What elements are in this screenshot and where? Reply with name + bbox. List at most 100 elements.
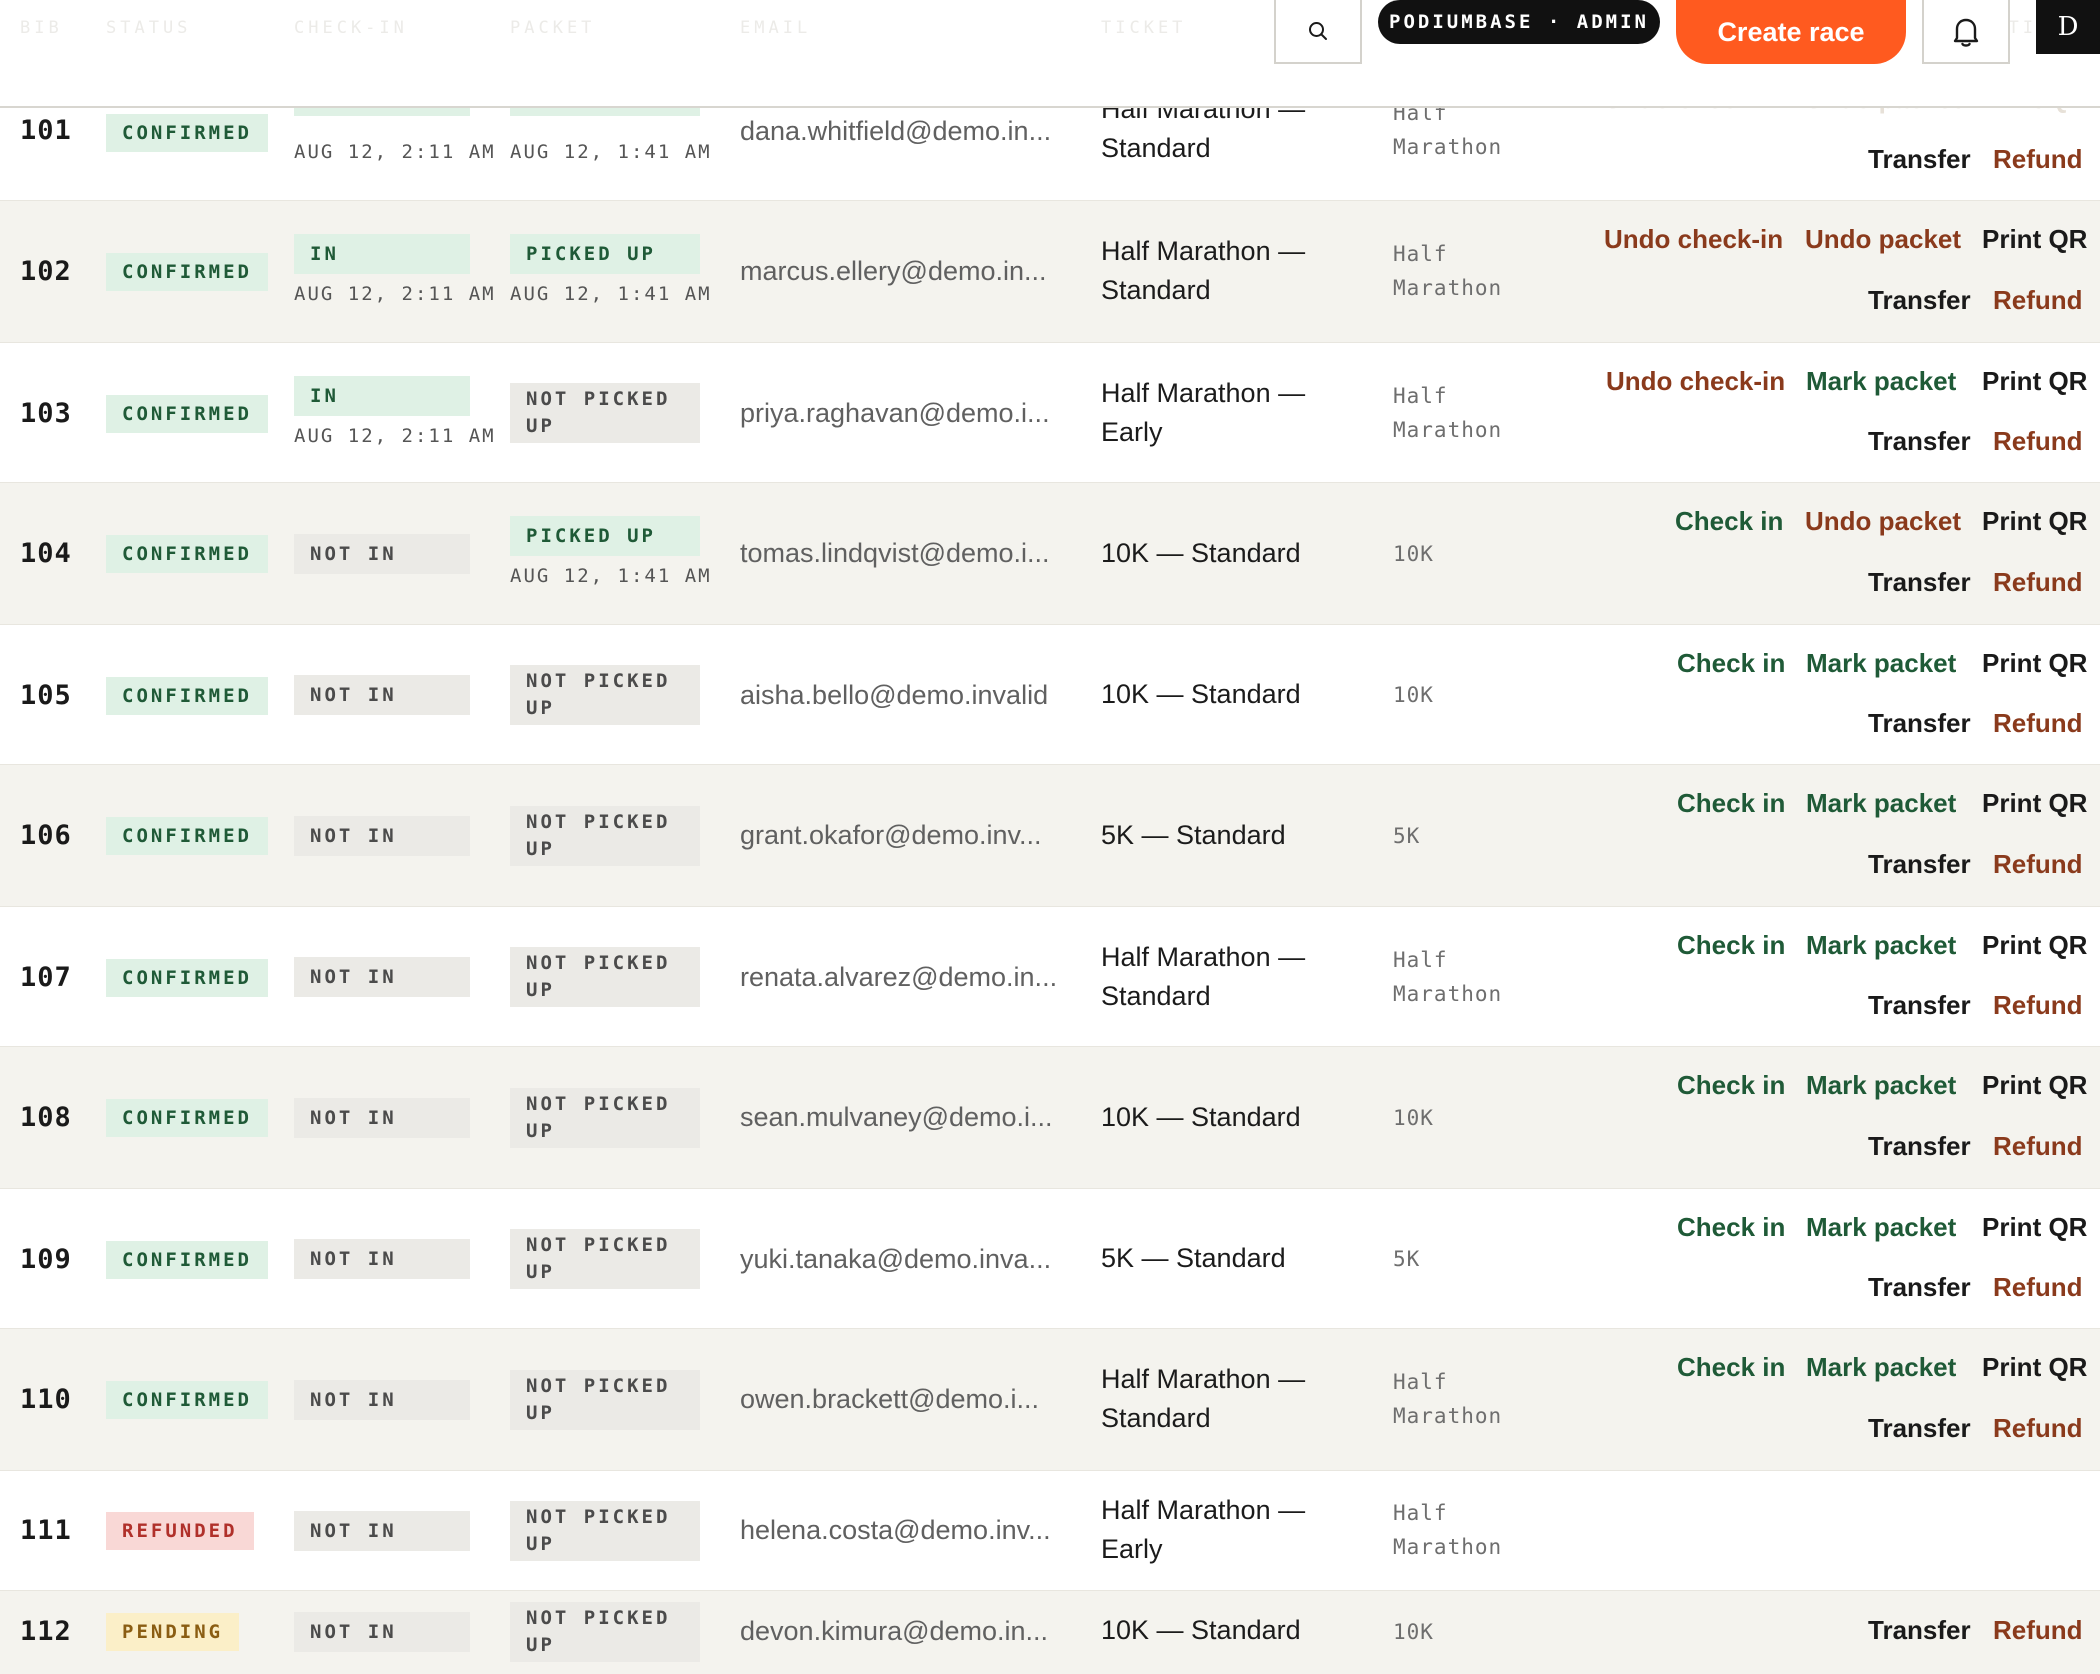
print-qr-button[interactable]: Print QR [1982,788,2087,819]
check-in-button[interactable]: Check in [1677,1352,1785,1383]
transfer-button[interactable]: Transfer [1868,1131,1971,1162]
ticket-name: Half Marathon — Standard [1101,942,1306,1011]
mark-packet-button[interactable]: Mark packet [1806,648,1956,679]
transfer-button[interactable]: Transfer [1868,144,1971,175]
packet-chip: NOT PICKED UP [510,1602,700,1662]
print-qr-button[interactable]: Print QR [1982,930,2087,961]
column-header-ticket[interactable]: TICKET [1101,18,1186,38]
transfer-button[interactable]: Transfer [1868,708,1971,739]
refund-button[interactable]: Refund [1993,567,2083,598]
ticket-name: Half Marathon — Standard [1101,1364,1306,1433]
print-qr-button[interactable]: Print QR [1982,1352,2087,1383]
transfer-button[interactable]: Transfer [1868,426,1971,457]
print-qr-button[interactable]: Print QR [1982,366,2087,397]
status-badge: CONFIRMED [106,253,268,291]
column-header-check-in[interactable]: CHECK-IN [294,18,408,38]
column-header-packet[interactable]: PACKET [510,18,595,38]
mark-packet-button[interactable]: Mark packet [1806,1212,1956,1243]
transfer-button[interactable]: Transfer [1868,1615,1971,1646]
column-header-status[interactable]: STATUS [106,18,191,38]
mark-packet-button[interactable]: Mark packet [1806,1070,1956,1101]
undo-packet-button[interactable]: Undo packet [1805,224,1961,255]
checkin-chip: NOT IN [294,1380,470,1420]
refund-button[interactable]: Refund [1993,285,2083,316]
transfer-button[interactable]: Transfer [1868,567,1971,598]
print-qr-button[interactable]: Print QR [1982,1212,2087,1243]
race-name: Half Marathon [1393,242,1503,300]
refund-button[interactable]: Refund [1993,1615,2083,1646]
email-text: owen.brackett@demo.i... [740,1384,1040,1414]
print-qr-button[interactable]: Print QR [1982,648,2087,679]
mark-packet-button[interactable]: Mark packet [1806,1352,1956,1383]
refund-button[interactable]: Refund [1993,1131,2083,1162]
packet-chip: PICKED UP [510,516,700,556]
checkin-chip: NOT IN [294,957,470,997]
transfer-button[interactable]: Transfer [1868,1413,1971,1444]
ticket-name: Half Marathon — Early [1101,378,1306,447]
check-in-button[interactable]: Check in [1677,930,1785,961]
print-qr-button[interactable]: Print QR [1982,1070,2087,1101]
table-row: 102 CONFIRMED IN AUG 12, 2:11 AM PICKED … [0,201,2100,343]
undo-check-in-button[interactable]: Undo check-in [1606,366,1785,397]
packet-time: AUG 12, 1:41 AM [510,283,712,305]
status-badge: CONFIRMED [106,535,268,573]
ticket-name: 10K — Standard [1101,679,1301,709]
refund-button[interactable]: Refund [1993,144,2083,175]
notifications-button[interactable] [1922,0,2010,64]
packet-chip: NOT PICKED UP [510,1370,700,1430]
race-name: 5K [1393,824,1421,848]
refund-button[interactable]: Refund [1993,426,2083,457]
refund-button[interactable]: Refund [1993,990,2083,1021]
refund-button[interactable]: Refund [1993,849,2083,880]
search-button[interactable] [1274,0,1362,64]
ticket-name: 10K — Standard [1101,1102,1301,1132]
checkin-chip: IN [294,234,470,274]
packet-chip: NOT PICKED UP [510,383,700,443]
avatar[interactable]: D [2036,0,2100,54]
print-qr-button[interactable]: Print QR [1982,506,2087,537]
refund-button[interactable]: Refund [1993,708,2083,739]
status-badge: CONFIRMED [106,114,268,152]
table-row: 109 CONFIRMED NOT IN NOT PICKED UP yuki.… [0,1189,2100,1329]
transfer-button[interactable]: Transfer [1868,1272,1971,1303]
column-header-bib[interactable]: BIB [20,18,63,38]
bib-number: 104 [20,538,72,569]
packet-time: AUG 12, 1:41 AM [510,141,712,163]
check-in-button[interactable]: Check in [1677,648,1785,679]
column-header-email[interactable]: EMAIL [740,18,811,38]
race-name: Half Marathon [1393,1370,1503,1428]
email-text: tomas.lindqvist@demo.i... [740,538,1050,568]
mark-packet-button[interactable]: Mark packet [1806,366,1956,397]
checkin-time: AUG 12, 2:11 AM [294,425,496,447]
refund-button[interactable]: Refund [1993,1272,2083,1303]
mark-packet-button[interactable]: Mark packet [1806,930,1956,961]
check-in-button[interactable]: Check in [1677,788,1785,819]
table-row: 104 CONFIRMED NOT IN PICKED UP AUG 12, 1… [0,483,2100,625]
table-header: BIB STATUS CHECK-IN PACKET EMAIL TICKET … [0,0,2100,108]
bib-number: 101 [20,115,72,146]
table-row: 110 CONFIRMED NOT IN NOT PICKED UP owen.… [0,1329,2100,1471]
email-text: marcus.ellery@demo.in... [740,256,1047,286]
checkin-chip: NOT IN [294,1511,470,1551]
refund-button[interactable]: Refund [1993,1413,2083,1444]
status-badge: PENDING [106,1613,240,1651]
create-race-button[interactable]: Create race [1676,0,1906,64]
transfer-button[interactable]: Transfer [1868,285,1971,316]
bib-number: 102 [20,256,72,287]
transfer-button[interactable]: Transfer [1868,849,1971,880]
undo-packet-button[interactable]: Undo packet [1805,506,1961,537]
bib-number: 112 [20,1616,72,1647]
ticket-name: 10K — Standard [1101,538,1301,568]
race-name: 10K [1393,683,1434,707]
print-qr-button[interactable]: Print QR [1982,224,2087,255]
race-name: 10K [1393,1106,1434,1130]
race-name: Half Marathon [1393,384,1503,442]
bib-number: 111 [20,1515,72,1546]
mark-packet-button[interactable]: Mark packet [1806,788,1956,819]
check-in-button[interactable]: Check in [1675,506,1783,537]
check-in-button[interactable]: Check in [1677,1212,1785,1243]
check-in-button[interactable]: Check in [1677,1070,1785,1101]
transfer-button[interactable]: Transfer [1868,990,1971,1021]
ticket-name: 10K — Standard [1101,1615,1301,1645]
undo-check-in-button[interactable]: Undo check-in [1604,224,1783,255]
